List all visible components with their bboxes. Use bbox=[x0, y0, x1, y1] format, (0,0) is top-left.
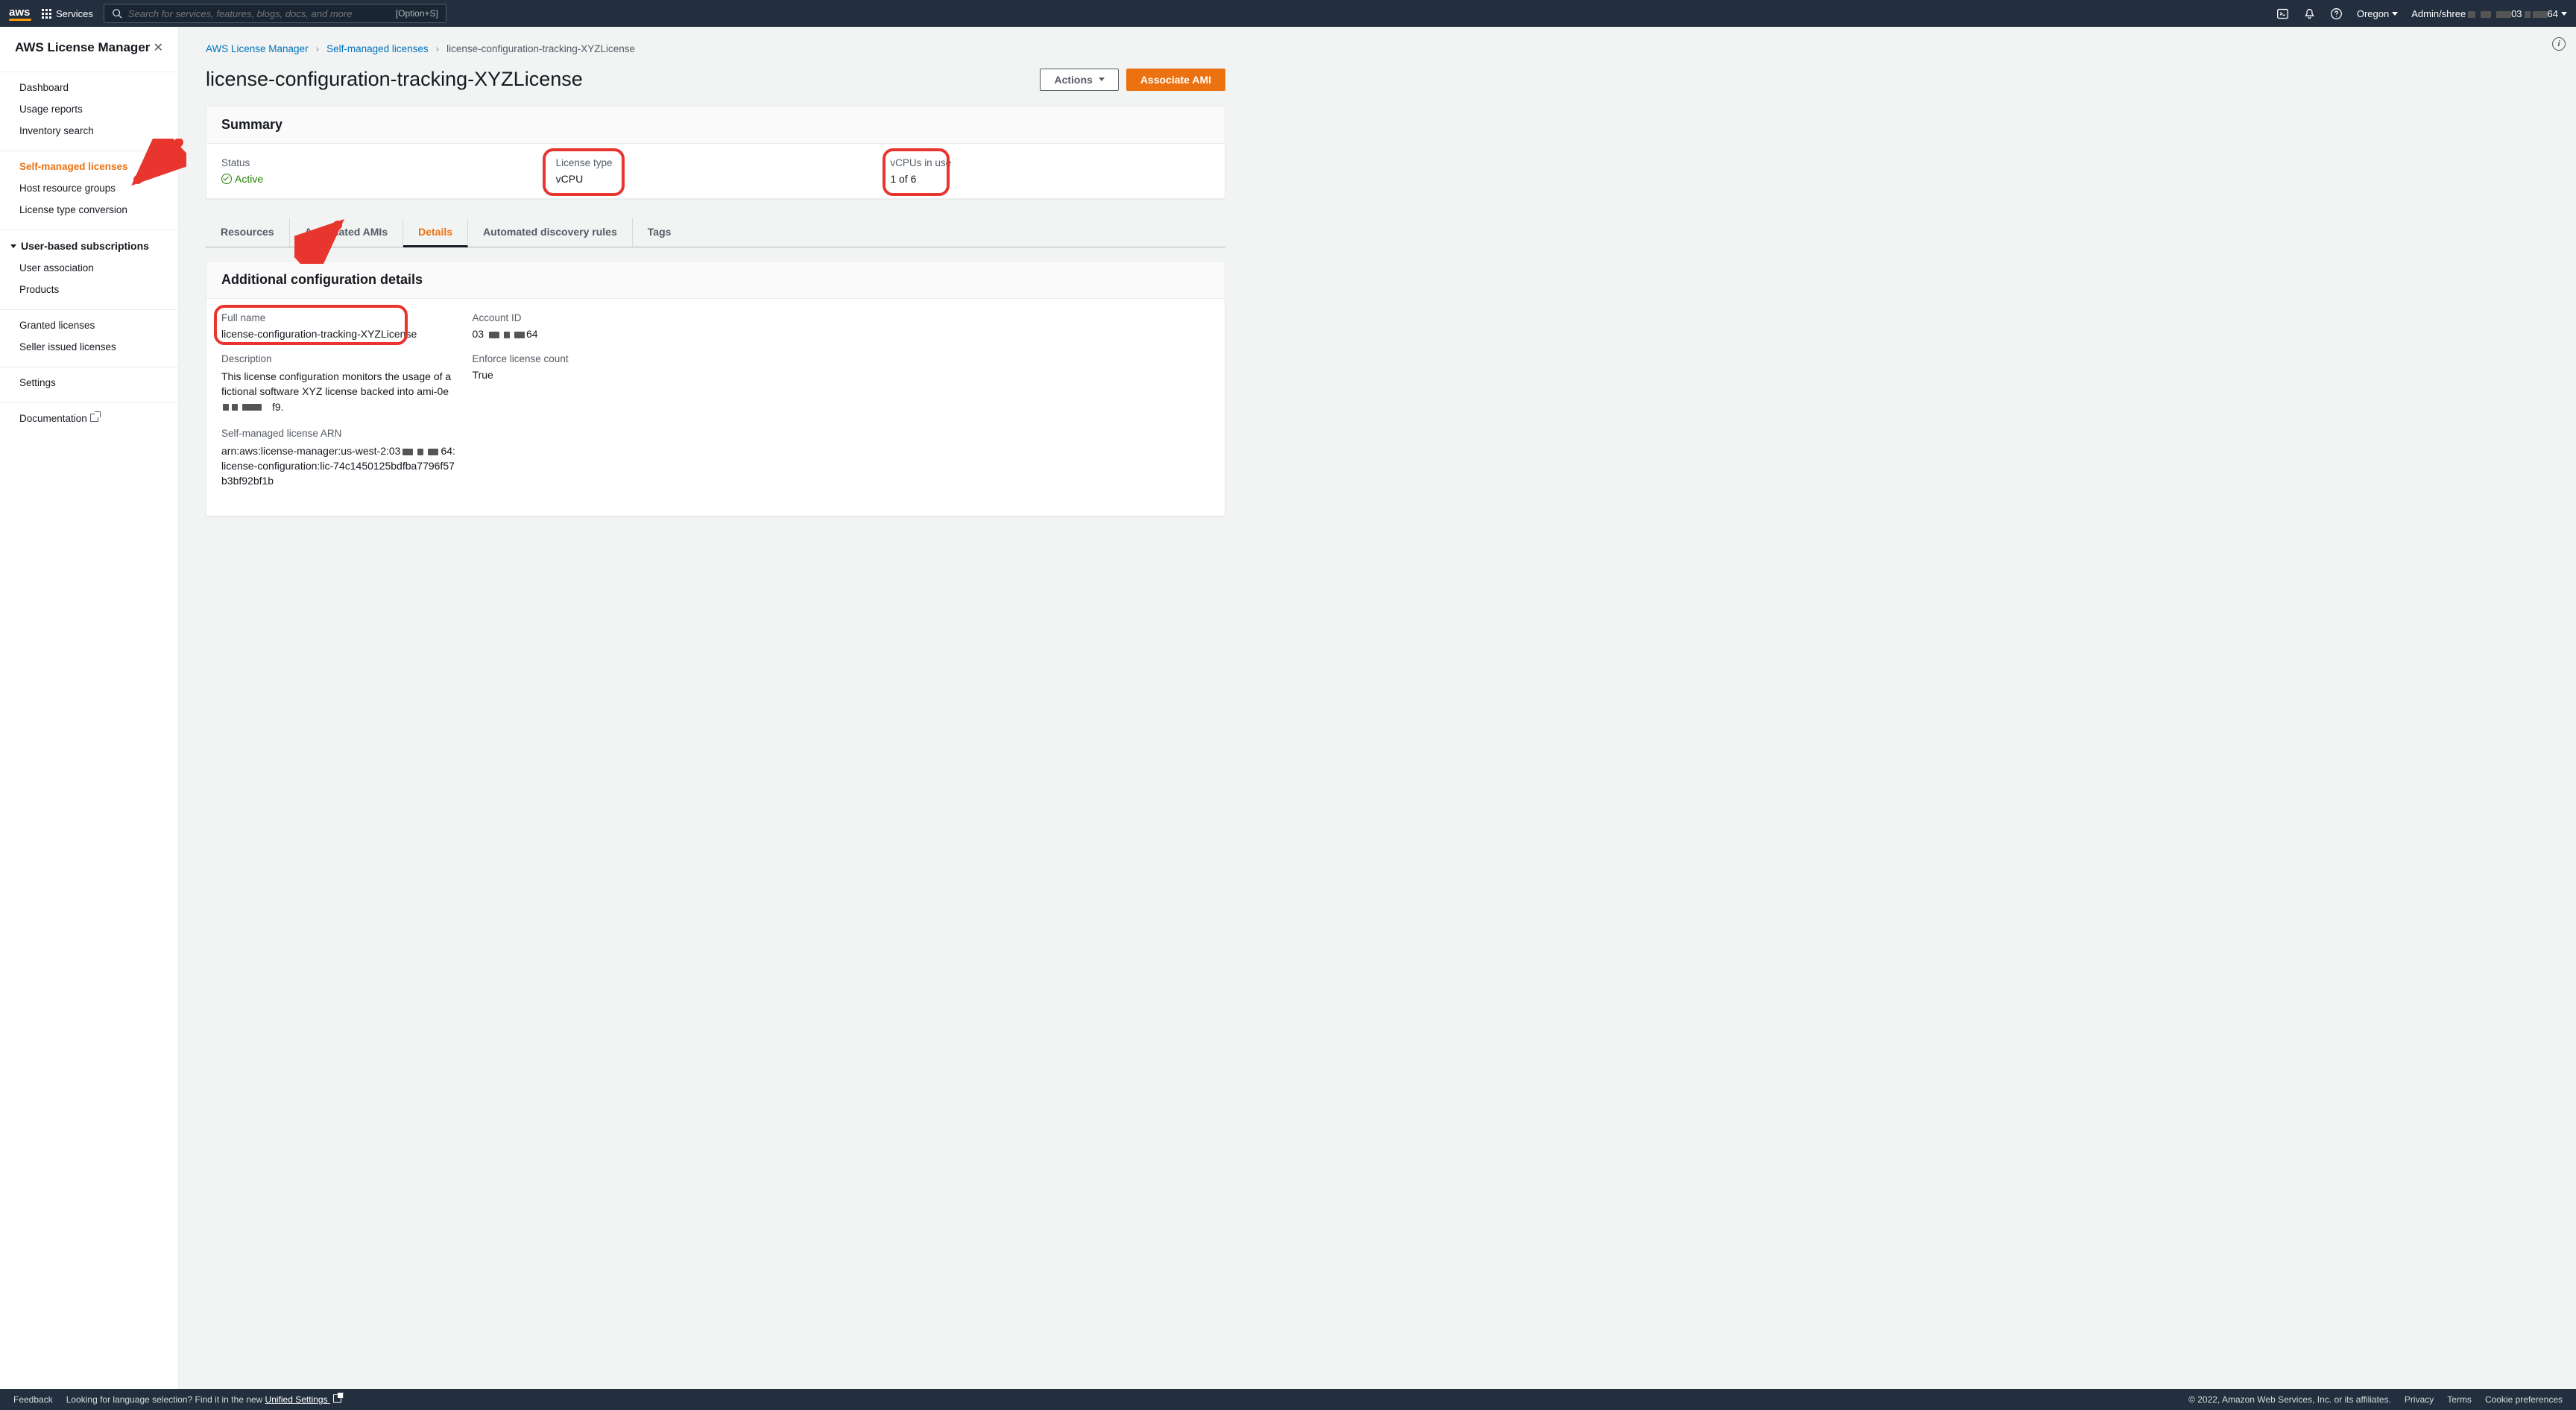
breadcrumb-link-root[interactable]: AWS License Manager bbox=[206, 43, 309, 54]
breadcrumb: AWS License Manager › Self-managed licen… bbox=[206, 39, 1225, 68]
grid-icon bbox=[42, 9, 51, 19]
enforce-value: True bbox=[473, 369, 709, 381]
global-footer: Feedback Looking for language selection?… bbox=[0, 1389, 2576, 1410]
cloudshell-icon[interactable] bbox=[2276, 7, 2290, 20]
global-nav: aws Services [Option+S] Oregon Admin/shr… bbox=[0, 0, 2576, 27]
vcpus-label: vCPUs in use bbox=[890, 157, 1210, 168]
region-selector[interactable]: Oregon bbox=[2357, 8, 2398, 19]
fullname-label: Full name bbox=[221, 312, 458, 323]
sidebar-item-settings[interactable]: Settings bbox=[0, 372, 178, 393]
sidebar-item-granted-licenses[interactable]: Granted licenses bbox=[0, 314, 178, 336]
footer-privacy-link[interactable]: Privacy bbox=[2405, 1394, 2434, 1405]
footer-copyright: © 2022, Amazon Web Services, Inc. or its… bbox=[2188, 1394, 2391, 1405]
services-label: Services bbox=[56, 8, 93, 19]
description-label: Description bbox=[221, 353, 458, 364]
annotation-highlight bbox=[883, 148, 950, 196]
sidebar-item-products[interactable]: Products bbox=[0, 279, 178, 300]
sidebar-item-license-type-conversion[interactable]: License type conversion bbox=[0, 199, 178, 221]
tab-resources[interactable]: Resources bbox=[206, 218, 290, 247]
services-menu-button[interactable]: Services bbox=[42, 8, 93, 19]
service-sidebar: AWS License Manager ✕ Dashboard Usage re… bbox=[0, 27, 179, 1389]
external-link-icon bbox=[90, 414, 98, 422]
associate-ami-button[interactable]: Associate AMI bbox=[1126, 69, 1225, 91]
external-link-icon bbox=[333, 1394, 341, 1403]
detail-description: Description This license configuration m… bbox=[221, 353, 458, 414]
tab-tags[interactable]: Tags bbox=[633, 218, 686, 247]
detail-tabs: Resources Associated AMIs Details Automa… bbox=[206, 218, 1225, 247]
aws-logo[interactable]: aws bbox=[9, 7, 31, 21]
description-value: This license configuration monitors the … bbox=[221, 369, 458, 414]
arn-label: Self-managed license ARN bbox=[221, 428, 458, 439]
main-content: i AWS License Manager › Self-managed lic… bbox=[179, 27, 2576, 1389]
account-id-value: 03 64 bbox=[473, 328, 709, 340]
footer-unified-settings-link[interactable]: Unified Settings bbox=[265, 1394, 341, 1405]
check-circle-icon bbox=[221, 174, 232, 184]
summary-status: Status Active bbox=[221, 157, 541, 185]
sidebar-title: AWS License Manager bbox=[15, 40, 150, 55]
details-panel: Additional configuration details Full na… bbox=[206, 261, 1225, 516]
chevron-down-icon bbox=[2561, 12, 2567, 16]
summary-title: Summary bbox=[221, 117, 1210, 133]
detail-arn: Self-managed license ARN arn:aws:license… bbox=[221, 428, 458, 489]
footer-terms-link[interactable]: Terms bbox=[2447, 1394, 2472, 1405]
tab-details[interactable]: Details bbox=[403, 218, 468, 247]
search-icon bbox=[112, 8, 122, 19]
region-label: Oregon bbox=[2357, 8, 2389, 19]
sidebar-item-host-resource-groups[interactable]: Host resource groups bbox=[0, 177, 178, 199]
chevron-right-icon: › bbox=[316, 43, 320, 54]
search-shortcut: [Option+S] bbox=[396, 8, 438, 19]
sidebar-item-self-managed-licenses[interactable]: Self-managed licenses bbox=[0, 156, 178, 177]
enforce-label: Enforce license count bbox=[473, 353, 709, 364]
tab-associated-amis[interactable]: Associated AMIs bbox=[290, 218, 404, 247]
status-label: Status bbox=[221, 157, 541, 168]
search-input[interactable] bbox=[128, 8, 390, 19]
summary-vcpus-in-use: vCPUs in use 1 of 6 bbox=[890, 157, 1210, 185]
detail-fullname: Full name license-configuration-tracking… bbox=[221, 312, 458, 340]
breadcrumb-current: license-configuration-tracking-XYZLicens… bbox=[446, 43, 635, 54]
sidebar-item-dashboard[interactable]: Dashboard bbox=[0, 77, 178, 98]
chevron-down-icon bbox=[2392, 12, 2398, 16]
summary-panel: Summary Status Active License type v bbox=[206, 106, 1225, 199]
tab-automated-discovery[interactable]: Automated discovery rules bbox=[468, 218, 633, 247]
chevron-down-icon bbox=[1099, 78, 1105, 81]
detail-account-id: Account ID 03 64 bbox=[473, 312, 709, 340]
sidebar-item-documentation[interactable]: Documentation bbox=[0, 408, 178, 429]
footer-feedback-link[interactable]: Feedback bbox=[13, 1394, 53, 1405]
notifications-icon[interactable] bbox=[2303, 7, 2317, 20]
global-search[interactable]: [Option+S] bbox=[104, 4, 446, 23]
annotation-highlight bbox=[543, 148, 625, 196]
chevron-right-icon: › bbox=[436, 43, 440, 54]
close-icon[interactable]: ✕ bbox=[154, 40, 163, 55]
summary-license-type: License type vCPU bbox=[556, 157, 876, 185]
account-label: Admin/shree 0364 bbox=[2411, 8, 2558, 19]
license-type-label: License type bbox=[556, 157, 876, 168]
actions-dropdown-button[interactable]: Actions bbox=[1040, 69, 1118, 91]
page-title: license-configuration-tracking-XYZLicens… bbox=[206, 68, 583, 91]
details-title: Additional configuration details bbox=[221, 272, 1210, 288]
sidebar-item-inventory-search[interactable]: Inventory search bbox=[0, 120, 178, 142]
footer-cookies-link[interactable]: Cookie preferences bbox=[2485, 1394, 2563, 1405]
sidebar-item-usage-reports[interactable]: Usage reports bbox=[0, 98, 178, 120]
detail-enforce: Enforce license count True bbox=[473, 353, 709, 381]
sidebar-item-seller-issued-licenses[interactable]: Seller issued licenses bbox=[0, 336, 178, 358]
help-icon[interactable] bbox=[2330, 7, 2343, 20]
footer-language-text: Looking for language selection? Find it … bbox=[66, 1394, 341, 1405]
license-type-value: vCPU bbox=[556, 173, 876, 185]
sidebar-item-user-association[interactable]: User association bbox=[0, 257, 178, 279]
breadcrumb-link-self-managed[interactable]: Self-managed licenses bbox=[326, 43, 429, 54]
sidebar-category-user-subscriptions[interactable]: User-based subscriptions bbox=[0, 235, 178, 257]
status-value: Active bbox=[221, 173, 541, 185]
account-id-label: Account ID bbox=[473, 312, 709, 323]
account-menu[interactable]: Admin/shree 0364 bbox=[2411, 8, 2567, 19]
arn-value: arn:aws:license-manager:us-west-2:0364:l… bbox=[221, 443, 458, 489]
chevron-down-icon bbox=[10, 244, 16, 248]
vcpus-value: 1 of 6 bbox=[890, 173, 1210, 185]
info-icon[interactable]: i bbox=[2552, 37, 2566, 51]
fullname-value: license-configuration-tracking-XYZLicens… bbox=[221, 328, 458, 340]
